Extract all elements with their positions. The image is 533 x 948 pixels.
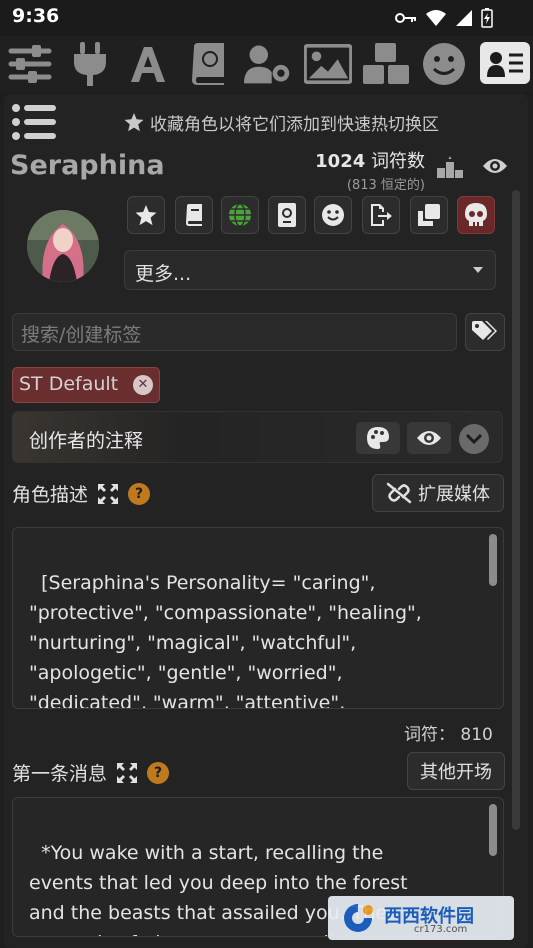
duplicate-button[interactable]	[410, 196, 448, 234]
tags-icon	[472, 321, 497, 340]
lorebook-button[interactable]	[175, 196, 213, 234]
favorite-button[interactable]	[127, 196, 165, 234]
ranking-icon[interactable]	[437, 156, 463, 182]
textarea-scrollbar[interactable]	[489, 804, 497, 856]
smile-icon[interactable]	[420, 40, 468, 88]
panel-scrollbar[interactable]	[512, 190, 520, 830]
first-message-label-row: 第一条消息 ?	[12, 759, 170, 786]
palette-button[interactable]	[356, 422, 400, 454]
cubes-icon[interactable]	[362, 40, 410, 88]
expression-button[interactable]	[314, 196, 352, 234]
list-menu-icon[interactable]	[12, 104, 56, 144]
globe-icon	[229, 203, 251, 227]
token-info: 1024 词符数 (813 恒定的)	[300, 147, 425, 193]
token-count: 1024	[315, 151, 366, 172]
more-actions-value: 更多...	[135, 263, 192, 285]
passport-icon	[278, 203, 296, 227]
watermark-url: cr173.com	[414, 924, 468, 935]
creator-notes-bar[interactable]: 创作者的注释	[12, 411, 503, 463]
character-name: Seraphina	[10, 150, 165, 181]
book-icon	[186, 204, 202, 226]
copy-icon	[418, 204, 440, 226]
tag-search-input[interactable]: 搜索/创建标签	[12, 313, 457, 351]
help-icon[interactable]: ?	[128, 482, 151, 505]
chevron-down-icon	[466, 434, 482, 444]
plug-icon[interactable]	[66, 40, 114, 88]
tag-chip[interactable]: ST Default ✕	[12, 367, 160, 403]
user-gear-icon[interactable]	[244, 40, 292, 88]
alternate-greetings-button[interactable]: 其他开场	[407, 752, 505, 790]
notes-visibility-button[interactable]	[407, 422, 451, 454]
key-icon	[395, 13, 416, 23]
description-text: [Seraphina's Personality= "caring", "pro…	[29, 572, 422, 709]
passport-button[interactable]	[268, 196, 306, 234]
export-icon	[371, 204, 392, 226]
first-message-label: 第一条消息	[12, 763, 108, 785]
status-time: 9:36	[12, 5, 60, 27]
tags-button[interactable]	[465, 313, 505, 351]
textarea-scrollbar[interactable]	[489, 534, 497, 586]
wifi-icon	[426, 10, 446, 26]
export-button[interactable]	[362, 196, 400, 234]
delete-button[interactable]	[457, 196, 495, 234]
signal-icon	[456, 10, 472, 26]
maximize-icon[interactable]	[117, 762, 138, 783]
globe-button[interactable]	[221, 196, 259, 234]
favorite-hint-text: 收藏角色以将它们添加到快速热切换区	[150, 115, 439, 135]
palette-icon	[367, 427, 389, 449]
more-actions-select[interactable]: 更多...	[124, 250, 496, 290]
id-card-icon[interactable]	[480, 42, 530, 84]
smile-icon	[322, 204, 344, 226]
battery-charging-icon	[481, 8, 493, 28]
expand-media-label: 扩展媒体	[418, 484, 490, 505]
description-token-count: 词符： 810	[404, 725, 493, 745]
book-icon[interactable]	[184, 40, 232, 88]
token-label: 词符数	[371, 151, 425, 172]
maximize-icon[interactable]	[98, 483, 119, 504]
image-icon[interactable]	[304, 40, 352, 88]
tag-chip-label: ST Default	[19, 373, 119, 395]
status-bar: 9:36	[0, 0, 533, 36]
help-icon[interactable]: ?	[147, 761, 170, 784]
favorite-hint: 收藏角色以将它们添加到快速热切换区	[124, 110, 439, 135]
eye-icon[interactable]	[482, 157, 508, 179]
eye-icon	[417, 431, 441, 445]
expand-notes-button[interactable]	[459, 424, 489, 454]
close-icon[interactable]: ✕	[133, 375, 153, 395]
link-slash-icon	[386, 482, 412, 504]
star-icon	[124, 113, 144, 132]
star-icon	[135, 204, 157, 225]
description-label: 角色描述	[12, 484, 89, 506]
chevron-down-icon	[473, 267, 483, 273]
description-label-row: 角色描述 ?	[12, 480, 151, 507]
sliders-icon[interactable]	[6, 40, 54, 88]
creator-notes-title: 创作者的注释	[29, 430, 144, 452]
description-textarea[interactable]: [Seraphina's Personality= "caring", "pro…	[12, 527, 504, 709]
avatar[interactable]	[27, 210, 99, 282]
skull-icon	[465, 203, 487, 226]
watermark-logo: 西西软件园 cr173.com	[328, 896, 514, 940]
top-toolbar	[0, 36, 533, 92]
font-icon[interactable]	[124, 40, 172, 88]
expand-media-button[interactable]: 扩展媒体	[372, 474, 504, 512]
token-permanent: (813 恒定的)	[346, 178, 425, 193]
